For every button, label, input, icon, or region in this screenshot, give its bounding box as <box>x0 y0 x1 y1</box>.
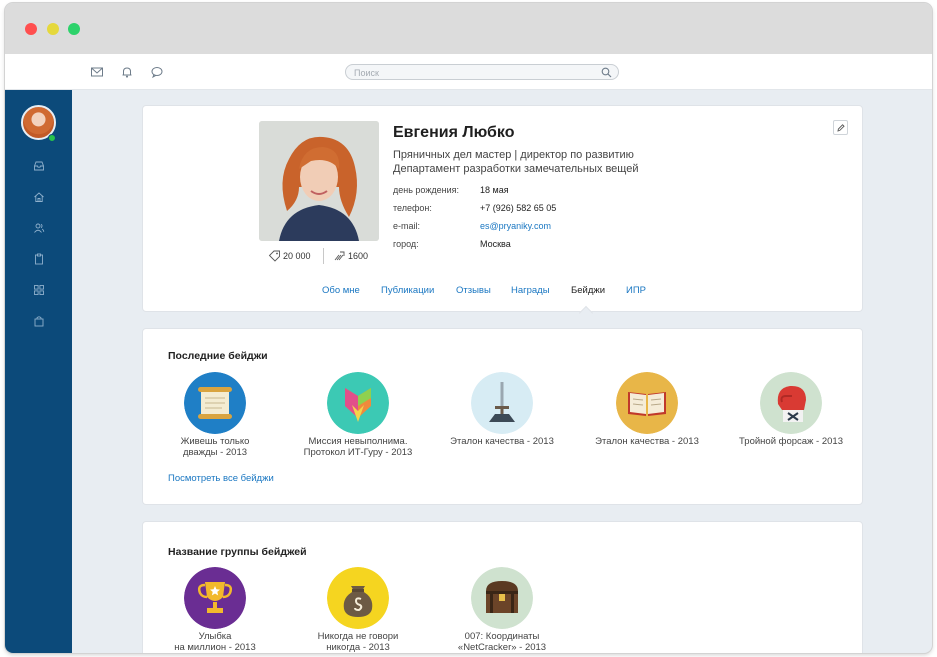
coins-value: 20 000 <box>283 251 311 261</box>
pencil-icon <box>837 124 845 132</box>
book-icon <box>616 372 678 434</box>
search-box[interactable] <box>345 64 619 80</box>
recent-badges-card: Последние бейджи Живешь только дважды - … <box>142 328 863 505</box>
window-minimize-button[interactable] <box>47 23 59 35</box>
badge-caption: 007: Координаты «NetCracker» - 2013 <box>457 631 547 653</box>
edit-profile-button[interactable] <box>833 120 848 135</box>
tab-reviews[interactable]: Отзывы <box>456 285 491 296</box>
chat-icon[interactable] <box>150 65 164 79</box>
profile-card: Евгения Любко Пряничных дел мастер | дир… <box>142 105 863 321</box>
bag-icon[interactable] <box>33 315 45 327</box>
badge-caption: Никогда не говори никогда - 2013 <box>317 631 399 653</box>
group-badges-card: Название группы бейджей Улыбка на миллио… <box>142 521 863 653</box>
stats-divider <box>323 248 324 264</box>
city-value: Москва <box>480 239 511 249</box>
tab-ipr[interactable]: ИПР <box>626 285 646 296</box>
tab-badges[interactable]: Бейджи <box>571 285 605 296</box>
phone-label: телефон: <box>393 203 432 213</box>
coin-tag-icon <box>268 250 280 262</box>
users-icon[interactable] <box>33 222 45 234</box>
profile-photo <box>259 121 379 241</box>
birthday-label: день рождения: <box>393 185 459 195</box>
email-link[interactable]: es@pryaniky.com <box>480 221 551 231</box>
window-close-button[interactable] <box>25 23 37 35</box>
money-bag-icon <box>327 567 389 629</box>
boxing-glove-icon <box>760 372 822 434</box>
mask-icon <box>327 372 389 434</box>
scroll-icon <box>184 372 246 434</box>
profile-tabs: Обо мне Публикации Отзывы Награды Бейджи… <box>143 285 863 309</box>
window-maximize-button[interactable] <box>68 23 80 35</box>
home-icon[interactable] <box>33 191 45 203</box>
badge-caption: Миссия невыполнима. Протокол ИТ-Гуру - 2… <box>303 436 413 458</box>
app-window: Евгения Любко Пряничных дел мастер | дир… <box>5 3 932 653</box>
inbox-icon[interactable] <box>33 160 45 172</box>
window-titlebar <box>5 3 932 54</box>
treasure-chest-icon <box>471 567 533 629</box>
badge-caption: Улыбка на миллион - 2013 <box>174 631 256 653</box>
city-label: город: <box>393 239 419 249</box>
thanks-icon <box>334 251 345 261</box>
mail-icon[interactable] <box>90 65 104 79</box>
badge-caption: Эталон качества - 2013 <box>595 436 699 447</box>
search-icon[interactable] <box>601 67 612 78</box>
badge-caption: Эталон качества - 2013 <box>450 436 554 447</box>
top-bar <box>5 54 932 90</box>
clipboard-icon[interactable] <box>33 253 45 265</box>
grid-icon[interactable] <box>33 284 45 296</box>
tab-awards[interactable]: Награды <box>511 285 550 296</box>
bell-icon[interactable] <box>120 65 134 79</box>
search-input[interactable] <box>354 66 594 79</box>
sword-icon <box>471 372 533 434</box>
group-badges-title: Название группы бейджей <box>168 546 307 558</box>
sidebar <box>5 90 72 653</box>
online-status-indicator <box>48 134 56 142</box>
tab-about[interactable]: Обо мне <box>322 285 360 296</box>
badge-caption: Живешь только дважды - 2013 <box>180 436 250 458</box>
profile-name: Евгения Любко <box>393 124 515 141</box>
trophy-icon <box>184 567 246 629</box>
profile-position: Пряничных дел мастер | директор по разви… <box>393 149 634 161</box>
profile-department: Департамент разработки замечательных вещ… <box>393 163 639 175</box>
thanks-value: 1600 <box>348 251 369 261</box>
phone-value: +7 (926) 582 65 05 <box>480 203 557 213</box>
badge-caption: Тройной форсаж - 2013 <box>739 436 843 447</box>
recent-badges-title: Последние бейджи <box>168 350 268 362</box>
email-label: e-mail: <box>393 221 421 231</box>
see-all-badges-link[interactable]: Посмотреть все бейджи <box>168 473 274 484</box>
birthday-value: 18 мая <box>480 185 509 195</box>
tab-publications[interactable]: Публикации <box>381 285 434 296</box>
